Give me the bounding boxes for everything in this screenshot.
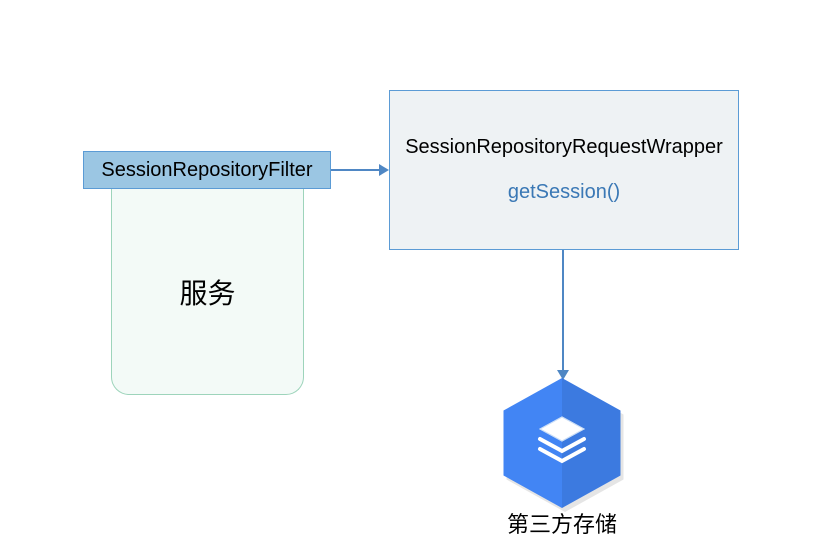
database-stack-icon — [534, 415, 590, 471]
wrapper-method: getSession() — [508, 181, 620, 204]
service-label: 服务 — [179, 272, 235, 312]
filter-box: SessionRepositoryFilter — [83, 151, 331, 189]
storage-hexagon — [497, 378, 627, 508]
service-box: 服务 — [111, 189, 304, 395]
arrowhead-right-icon — [379, 164, 389, 176]
filter-label: SessionRepositoryFilter — [101, 159, 312, 182]
wrapper-title: SessionRepositoryRequestWrapper — [405, 136, 723, 159]
arrow-filter-to-wrapper — [331, 169, 379, 171]
wrapper-box: SessionRepositoryRequestWrapper getSessi… — [389, 90, 739, 250]
storage-label: 第三方存储 — [472, 507, 652, 539]
arrow-wrapper-to-storage — [562, 250, 564, 370]
